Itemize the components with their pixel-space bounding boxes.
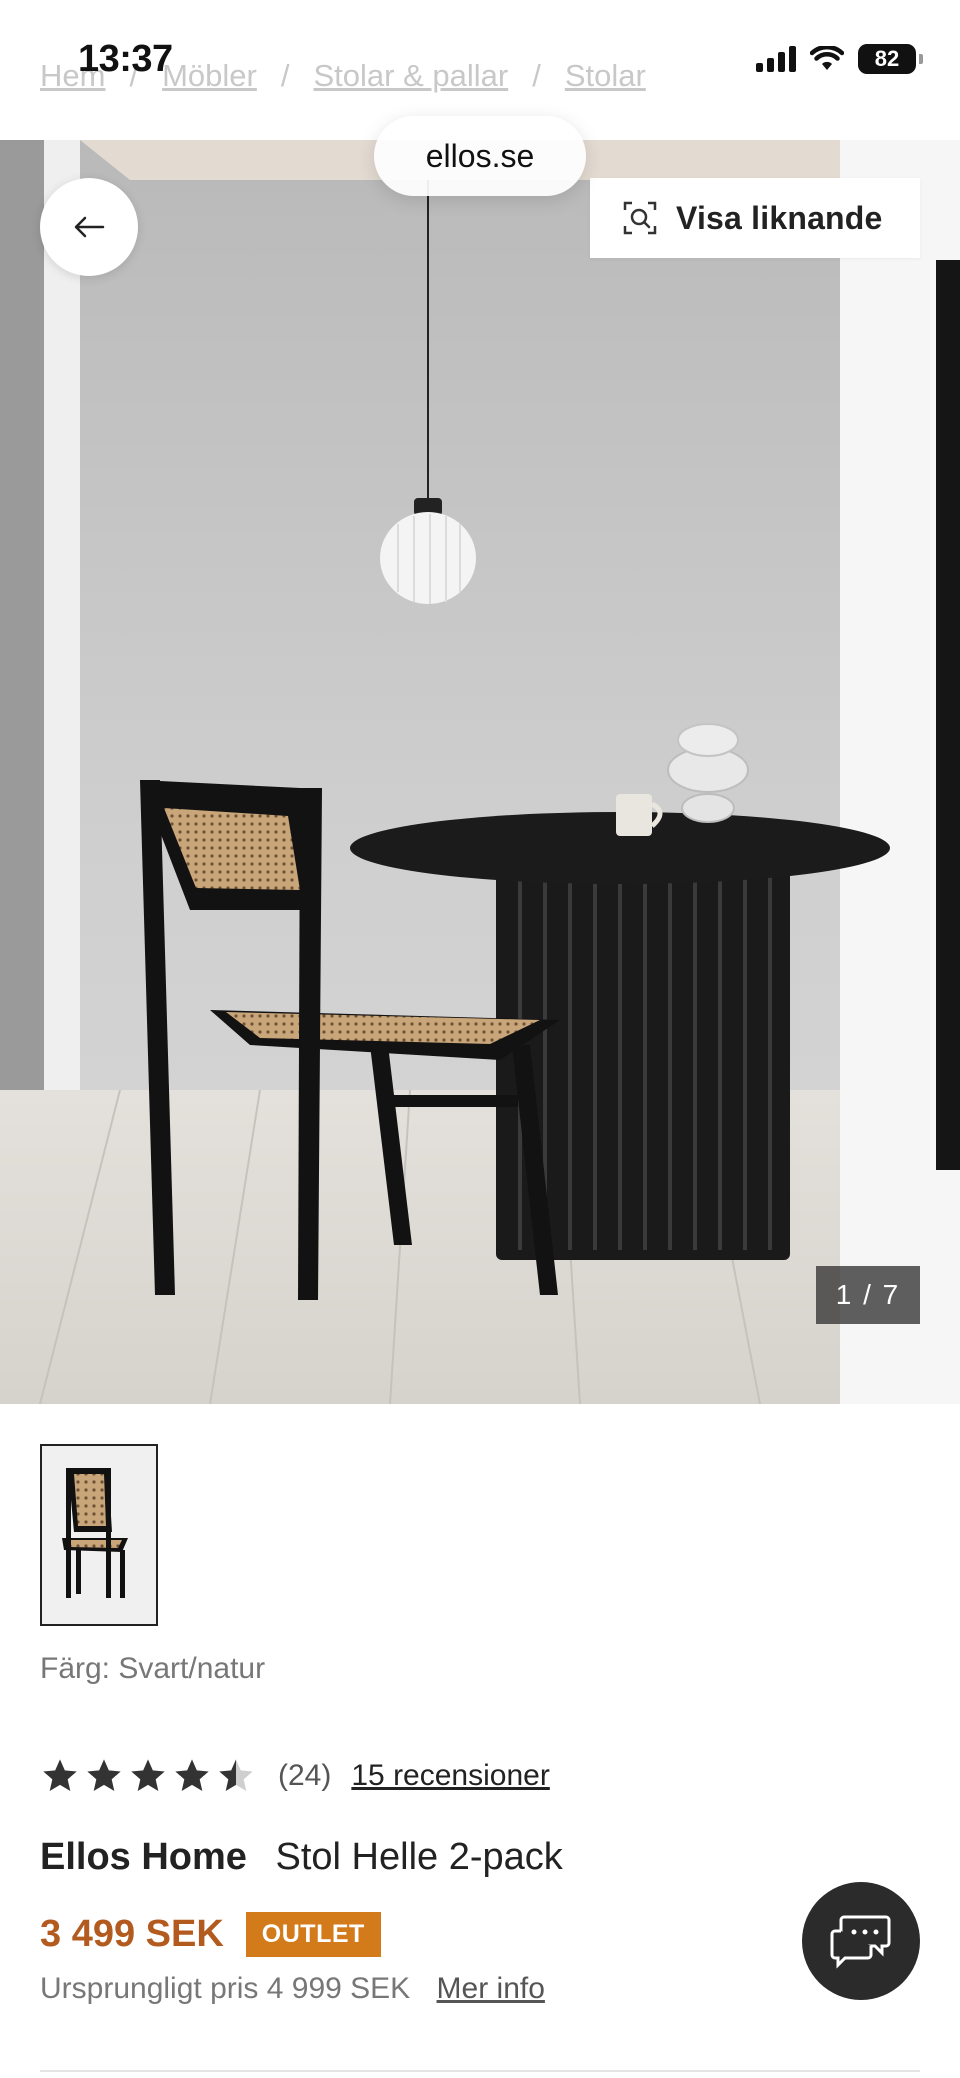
reviews-link[interactable]: 15 recensioner [351, 1759, 549, 1793]
rating-count: (24) [278, 1759, 332, 1792]
battery-icon: 82 [858, 44, 923, 74]
rating-row: (24) 15 recensioner [40, 1756, 550, 1796]
image-counter: 1 / 7 [816, 1266, 920, 1324]
star-half-icon [219, 1759, 253, 1791]
similar-products-button[interactable]: Visa liknande [590, 178, 920, 258]
thumbnail-photo [42, 1446, 156, 1624]
product-image-gallery[interactable] [0, 140, 960, 1404]
divider [40, 2070, 920, 2072]
chat-bubble-icon [830, 1915, 891, 1969]
star-full-icon [131, 1759, 165, 1791]
star-full-icon [175, 1759, 209, 1791]
product-price: 3 499 SEK [40, 1913, 224, 1955]
product-photo [0, 140, 960, 1404]
outlet-badge: OUTLET [245, 1912, 381, 1957]
product-page: 13:37 82 Hem / Möbler / Stolar & pallar … [0, 0, 960, 2078]
browser-url-pill[interactable]: ellos.se [374, 116, 586, 196]
chat-button[interactable] [802, 1882, 920, 2000]
original-price: Ursprungligt pris 4 999 SEK [40, 1972, 411, 2005]
product-name: Stol Helle 2-pack [275, 1836, 563, 1878]
arrow-left-icon [74, 216, 105, 238]
status-time: 13:37 [78, 38, 173, 80]
original-price-row: Ursprungligt pris 4 999 SEK Mer info [40, 1972, 545, 2006]
status-icons: 82 [756, 44, 923, 74]
color-label: Färg: Svart/natur [40, 1652, 266, 1685]
star-full-icon [87, 1759, 121, 1791]
product-thumbnail[interactable] [40, 1444, 158, 1626]
similar-products-label: Visa liknande [676, 199, 883, 236]
cellular-signal-icon [756, 46, 796, 72]
star-full-icon [43, 1759, 77, 1791]
more-info-link[interactable]: Mer info [437, 1972, 545, 2005]
battery-level: 82 [874, 46, 900, 71]
product-brand[interactable]: Ellos Home [40, 1836, 247, 1878]
rating-stars [40, 1756, 256, 1796]
wifi-icon [810, 46, 844, 70]
price-row: 3 499 SEK OUTLET [40, 1912, 381, 1957]
status-bar: 13:37 82 [0, 0, 960, 120]
back-button[interactable] [40, 178, 138, 276]
visual-search-icon [623, 201, 657, 235]
product-title: Ellos Home Stol Helle 2-pack [40, 1836, 563, 1879]
